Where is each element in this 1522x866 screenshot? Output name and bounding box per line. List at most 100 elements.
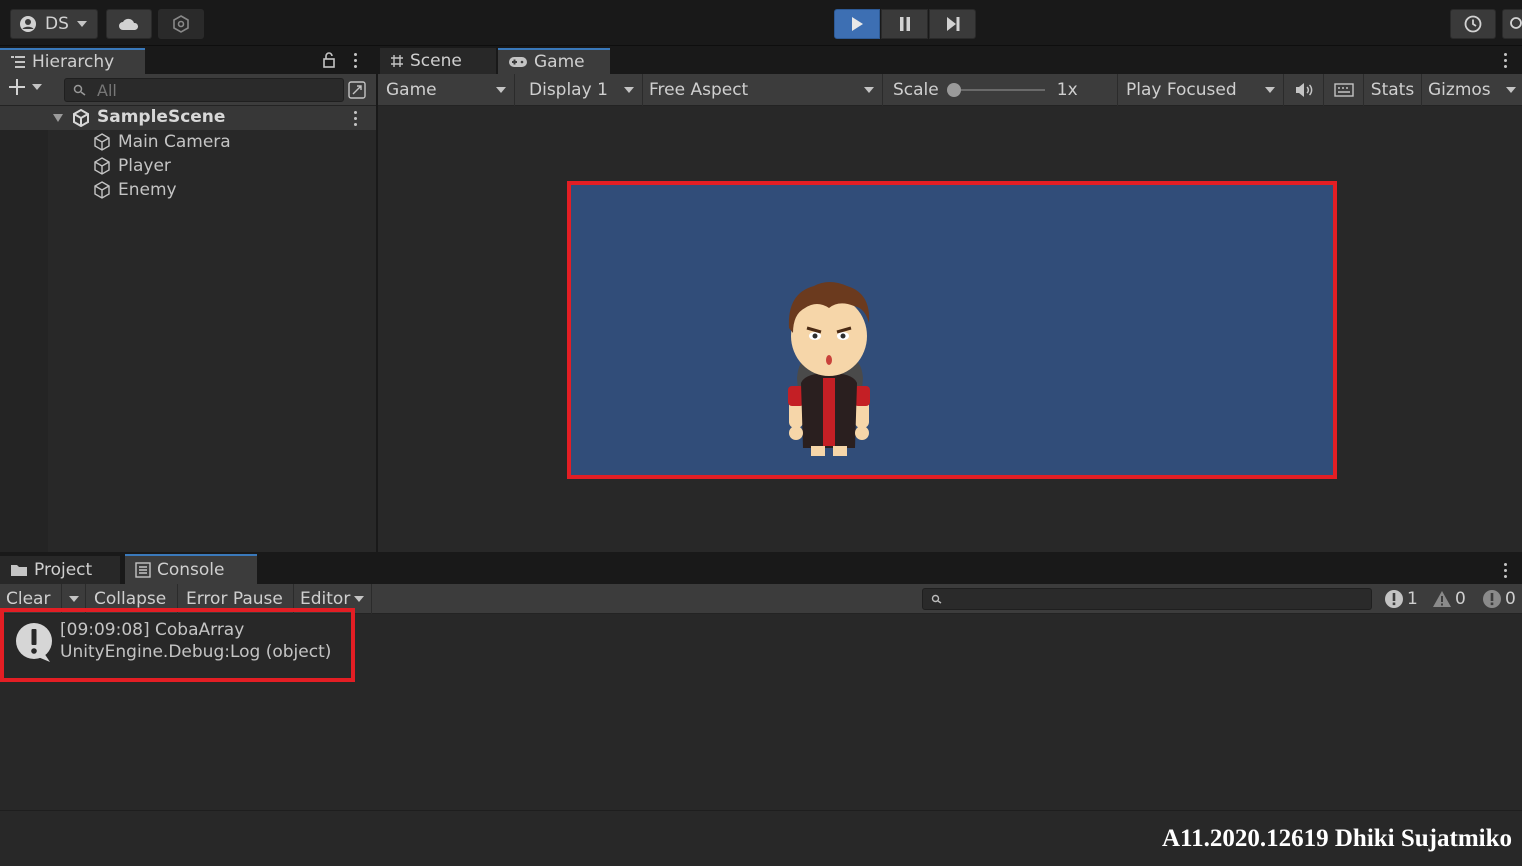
watermark-text: A11.2020.12619 Dhiki Sujatmiko <box>1161 825 1512 852</box>
unity-scene-icon <box>73 109 89 127</box>
center-tabbar: Scene Game <box>378 46 1522 74</box>
folder-icon <box>11 565 27 576</box>
collab-button[interactable] <box>158 9 204 39</box>
tab-hierarchy-label: Hierarchy <box>32 52 115 72</box>
gizmos-dropdown[interactable]: Gizmos <box>1422 74 1522 106</box>
tab-scene-label: Scene <box>410 51 462 71</box>
game-menu-icon[interactable] <box>1504 53 1508 68</box>
hierarchy-item-main-camera[interactable]: Main Camera <box>92 130 231 154</box>
log-entry-highlight <box>0 608 355 682</box>
info-bubble-icon <box>1385 590 1403 608</box>
main-toolbar: DS <box>0 0 1522 46</box>
game-view-highlight <box>567 181 1337 479</box>
chevron-down-icon <box>1265 87 1275 93</box>
hierarchy-search-input[interactable]: All <box>64 78 344 102</box>
account-icon <box>20 16 36 32</box>
lock-icon[interactable] <box>322 52 336 68</box>
step-button[interactable] <box>929 9 976 39</box>
tab-console[interactable]: Console <box>125 554 257 584</box>
gameobject-cube-icon <box>94 133 110 151</box>
console-menu-icon[interactable] <box>1504 563 1508 578</box>
scene-row[interactable]: SampleScene <box>0 106 376 130</box>
chevron-down-icon <box>1506 87 1516 93</box>
console-panel: Project Console Clear Collapse Error Pau… <box>0 554 1522 866</box>
gizmos-label: Gizmos <box>1428 80 1491 100</box>
scale-label: Scale <box>893 80 939 100</box>
mute-audio-button[interactable] <box>1284 74 1324 106</box>
scale-control: Scale 1x <box>883 74 1118 106</box>
view-mode-dropdown[interactable]: Game <box>378 74 515 106</box>
scale-value: 1x <box>1056 80 1078 100</box>
game-toolbar: Game Display 1 Free Aspect Scale 1x Play… <box>378 74 1522 106</box>
speaker-icon <box>1295 83 1312 97</box>
hierarchy-tabbar: Hierarchy <box>0 46 376 74</box>
bottom-tabbar: Project Console <box>0 554 1522 584</box>
play-button[interactable] <box>834 9 880 39</box>
pause-button[interactable] <box>881 9 928 39</box>
hierarchy-item-label: Enemy <box>118 180 177 200</box>
create-button[interactable] <box>8 78 42 96</box>
info-counter[interactable]: 1 <box>1384 584 1418 614</box>
error-counter[interactable]: 0 <box>1482 584 1516 614</box>
plus-icon <box>9 79 25 95</box>
console-icon <box>135 562 151 578</box>
shortcuts-button[interactable] <box>1324 74 1364 106</box>
history-icon <box>1464 15 1482 33</box>
tab-scene[interactable]: Scene <box>380 48 496 74</box>
chevron-down-icon <box>354 596 365 602</box>
scene-visibility-icon[interactable] <box>348 81 366 99</box>
search-icon <box>1510 17 1522 29</box>
global-search-button[interactable] <box>1502 9 1522 39</box>
aspect-dropdown[interactable]: Free Aspect <box>643 74 883 106</box>
chevron-down-icon <box>624 87 634 93</box>
hierarchy-menu-icon[interactable] <box>354 53 358 68</box>
scale-slider-handle[interactable] <box>946 83 961 97</box>
hierarchy-item-enemy[interactable]: Enemy <box>92 178 177 202</box>
hierarchy-gutter <box>0 130 48 552</box>
play-mode-dropdown[interactable]: Play Focused <box>1118 74 1284 106</box>
error-icon <box>1483 590 1501 608</box>
hierarchy-icon <box>11 56 25 68</box>
tab-project[interactable]: Project <box>0 556 120 584</box>
chevron-down-icon <box>496 87 506 93</box>
tab-game[interactable]: Game <box>498 48 610 74</box>
tab-game-label: Game <box>534 52 585 72</box>
hierarchy-search-placeholder: All <box>97 80 117 100</box>
stats-button[interactable]: Stats <box>1364 74 1422 106</box>
play-icon <box>852 17 863 31</box>
play-mode-label: Play Focused <box>1126 80 1237 100</box>
search-icon <box>73 84 86 96</box>
chevron-down-icon <box>32 84 42 90</box>
hierarchy-toolbar: All <box>0 74 376 106</box>
stats-label: Stats <box>1370 80 1415 100</box>
account-button[interactable]: DS <box>10 9 98 39</box>
error-count: 0 <box>1505 589 1516 609</box>
tab-hierarchy[interactable]: Hierarchy <box>0 48 145 74</box>
hierarchy-item-player[interactable]: Player <box>92 154 171 178</box>
chevron-down-icon <box>68 596 79 602</box>
tab-project-label: Project <box>34 560 93 580</box>
gameobject-cube-icon <box>94 181 110 199</box>
pause-icon <box>899 17 910 31</box>
gameobject-cube-icon <box>94 157 110 175</box>
cloud-button[interactable] <box>106 9 152 39</box>
history-button[interactable] <box>1450 9 1496 39</box>
scale-slider[interactable] <box>946 83 1045 97</box>
hierarchy-item-label: Main Camera <box>118 132 231 152</box>
warning-counter[interactable]: 0 <box>1432 584 1466 614</box>
hierarchy-panel: Hierarchy All SampleScene Main Camera Pl… <box>0 46 376 552</box>
chevron-down-icon <box>864 87 874 93</box>
triangle-down-icon[interactable] <box>52 113 64 123</box>
view-mode-label: Game <box>386 80 437 100</box>
clear-label: Clear <box>6 589 51 609</box>
editor-label: Editor <box>300 589 351 609</box>
hierarchy-item-label: Player <box>118 156 171 176</box>
info-count: 1 <box>1407 589 1418 609</box>
gamepad-icon <box>509 57 527 67</box>
display-dropdown[interactable]: Display 1 <box>515 74 643 106</box>
scene-menu-icon[interactable] <box>354 111 358 126</box>
grid-hash-icon <box>391 55 403 67</box>
warning-icon <box>1433 591 1451 607</box>
collapse-label: Collapse <box>94 589 167 609</box>
console-search-input[interactable] <box>922 588 1372 610</box>
